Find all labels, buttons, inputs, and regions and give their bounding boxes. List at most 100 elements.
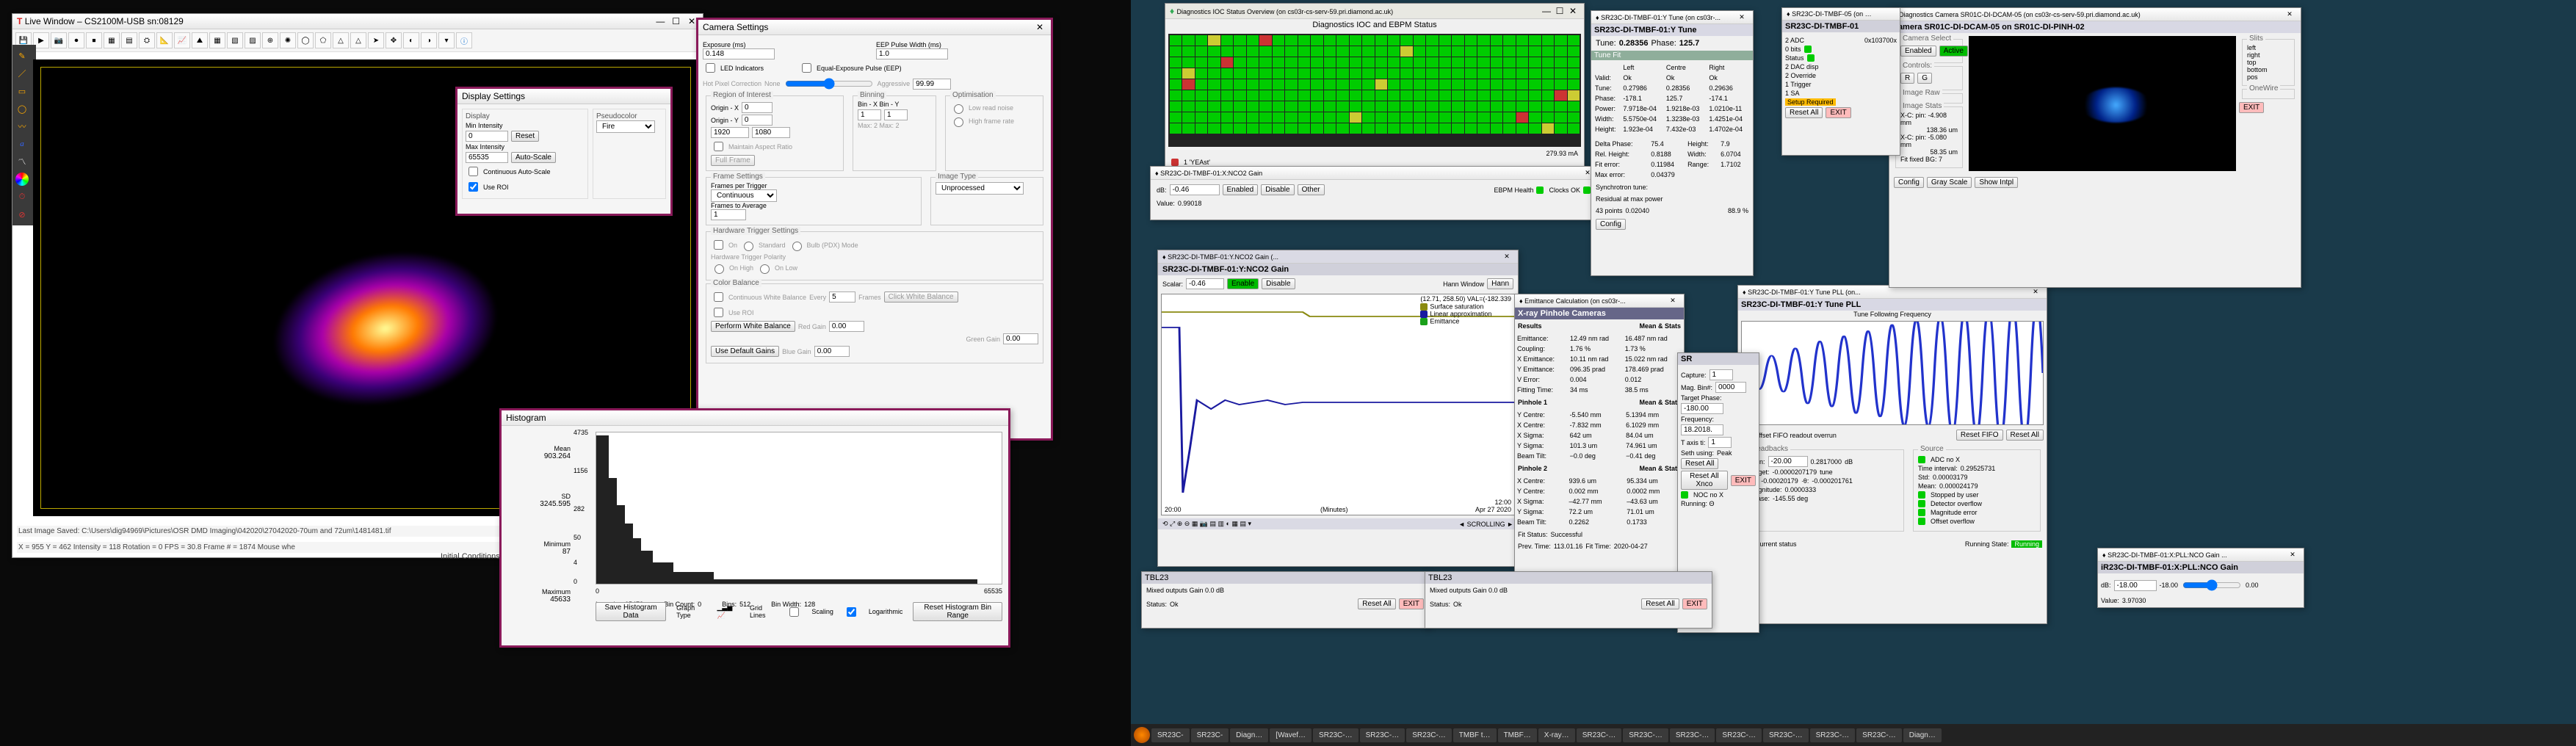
bin-x-input[interactable] — [858, 109, 881, 120]
plot-tool-icons[interactable]: ⟲ ⤢ ⊕ ⊖ ▦ 📷 ▤ ▥ ◐ ▦ ▤ ▾ — [1162, 520, 1251, 528]
pllx-slider[interactable] — [2182, 579, 2241, 591]
pll-plot[interactable] — [1741, 321, 2044, 425]
reset-fifo-button[interactable]: Reset FIFO — [1956, 430, 2003, 441]
taskbar-item[interactable]: TMBF… — [1498, 728, 1537, 742]
maximize-icon[interactable]: ☐ — [670, 16, 683, 26]
rect-icon[interactable]: ▭ — [15, 84, 29, 98]
stop-icon[interactable]: ⏹ — [86, 32, 102, 48]
taskbar-item[interactable]: SR23C-… — [1810, 728, 1856, 742]
minimize-icon[interactable]: — — [654, 16, 667, 26]
roi-w-input[interactable] — [711, 127, 749, 138]
dropdown-icon[interactable]: ▾ — [438, 32, 455, 48]
reset-button[interactable]: Reset — [511, 131, 539, 142]
close-icon[interactable]: ✕ — [1566, 6, 1580, 16]
gg-input[interactable] — [1003, 333, 1038, 344]
exposure-input[interactable] — [703, 48, 775, 59]
continuous-autoscale-checkbox[interactable] — [468, 167, 478, 176]
tbl-reset-button[interactable]: Reset All — [1358, 598, 1395, 609]
taskbar-item[interactable]: SR23C-… — [1623, 728, 1668, 742]
move-icon[interactable]: ✥ — [386, 32, 402, 48]
nco2x-db-input[interactable] — [1170, 184, 1220, 195]
start-icon[interactable] — [1134, 727, 1150, 743]
tmbf-reset-button[interactable]: Reset All — [1785, 107, 1823, 118]
opt-low-radio[interactable] — [954, 104, 963, 114]
roi-ox-input[interactable] — [742, 102, 773, 113]
close-icon[interactable]: ✕ — [2286, 551, 2299, 559]
tbl-exit-button[interactable]: EXIT — [1399, 598, 1424, 609]
hwt-std-radio[interactable] — [744, 242, 753, 251]
reset-hist-button[interactable]: Reset Histogram Bin Range — [913, 602, 1002, 621]
cam-active-button[interactable]: Active — [1939, 46, 1968, 57]
showintpl-button[interactable]: Show Intpl — [1975, 177, 2018, 188]
cam-exit-button[interactable]: EXIT — [2239, 102, 2264, 113]
freq-input[interactable] — [1681, 424, 1723, 435]
led-checkbox[interactable] — [706, 63, 715, 73]
roi-h-input[interactable] — [752, 127, 790, 138]
taskbar-item[interactable]: Diagn… — [1230, 728, 1268, 742]
roi-ar-checkbox[interactable] — [714, 142, 723, 151]
gridlines-checkbox[interactable] — [789, 607, 799, 617]
taskbar-item[interactable]: SR23C- — [1151, 728, 1190, 742]
nco2y-disable-button[interactable]: Disable — [1262, 278, 1295, 289]
levels-icon[interactable]: ⛭ — [139, 32, 155, 48]
close-icon[interactable]: ✕ — [2029, 288, 2042, 296]
caliper-icon[interactable]: 〽 — [15, 155, 29, 168]
pwb-button[interactable]: Perform White Balance — [711, 321, 795, 332]
taskbar-item[interactable]: SR23C-… — [1763, 728, 1809, 742]
oval-icon[interactable]: ◯ — [15, 102, 29, 115]
bin-y-input[interactable] — [884, 109, 908, 120]
hwt-bulb-radio[interactable] — [792, 242, 802, 251]
fta-input[interactable] — [711, 209, 746, 220]
cwb-every-input[interactable] — [829, 291, 855, 303]
pencil-icon[interactable]: ✎ — [15, 49, 29, 62]
magbin-input[interactable] — [1715, 382, 1746, 393]
graph-icon[interactable]: 📈 — [174, 32, 190, 48]
hotpix-slider[interactable] — [785, 78, 873, 90]
sr-exit-button[interactable]: EXIT — [1731, 475, 1756, 486]
taskbar-item[interactable]: SR23C-… — [1716, 728, 1762, 742]
gain-input[interactable] — [1768, 456, 1808, 467]
tri2-icon[interactable]: △ — [350, 32, 366, 48]
arrow-icon[interactable]: ➤ — [368, 32, 384, 48]
taskbar-item[interactable]: Diagn… — [1903, 728, 1942, 742]
taskbar-item[interactable]: TMBF t… — [1453, 728, 1497, 742]
taskbar-item[interactable]: SR23C-… — [1360, 728, 1405, 742]
grid4-icon[interactable]: ▧ — [227, 32, 243, 48]
nco2x-other-button[interactable]: Other — [1298, 184, 1325, 195]
taskbar-item[interactable]: SR23C-… — [1670, 728, 1715, 742]
sr-resetall-button[interactable]: Reset All — [1681, 458, 1718, 469]
grayscale-button[interactable]: Gray Scale — [1927, 177, 1972, 188]
pseudocolor-select[interactable]: Fire — [596, 120, 655, 133]
freehand-icon[interactable]: 〰 — [15, 120, 29, 133]
save-histogram-button[interactable]: Save Histogram Data — [596, 602, 666, 621]
tmbf-exit-button[interactable]: EXIT — [1826, 107, 1850, 118]
grid3-icon[interactable]: ▦ — [209, 32, 225, 48]
full-frame-button[interactable]: Full Frame — [711, 155, 755, 166]
circ-icon[interactable]: ◯ — [297, 32, 314, 48]
histogram-icon[interactable]: ⛰ — [192, 32, 208, 48]
close-icon[interactable]: ✕ — [1666, 297, 1679, 305]
cam-r-button[interactable]: R — [1900, 73, 1914, 84]
max-intensity-input[interactable] — [466, 152, 508, 163]
cam-g-button[interactable]: G — [1917, 73, 1932, 84]
taskbar-item[interactable]: SR23C- — [1191, 728, 1229, 742]
grid5-icon[interactable]: ▨ — [245, 32, 261, 48]
eep-checkbox[interactable] — [802, 63, 811, 73]
ytune-config-button[interactable]: Config — [1596, 219, 1626, 230]
taskbar-item[interactable]: SR23C-… — [1313, 728, 1358, 742]
grid1-icon[interactable]: ▦ — [104, 32, 120, 48]
imgtype-select[interactable]: Unprocessed — [936, 182, 1024, 195]
stopwatch-icon[interactable]: ⏱ — [15, 190, 29, 203]
max-icon[interactable]: ☐ — [1553, 6, 1566, 16]
min-intensity-input[interactable] — [466, 131, 508, 142]
tbl-exit-button-2[interactable]: EXIT — [1682, 598, 1707, 609]
nco2y-enable-button[interactable]: Enable — [1227, 278, 1259, 289]
taskbar-item[interactable]: SR23C-… — [1856, 728, 1902, 742]
fpt-select[interactable]: Continuous — [711, 189, 777, 202]
autoscale-button[interactable]: Auto-Scale — [511, 152, 556, 163]
cwb-checkbox[interactable] — [714, 292, 723, 302]
cb-roi-checkbox[interactable] — [714, 308, 723, 317]
cam-image[interactable] — [1969, 36, 2236, 171]
nco2x-enable-button[interactable]: Enabled — [1223, 184, 1259, 195]
color-icon[interactable] — [15, 173, 29, 186]
